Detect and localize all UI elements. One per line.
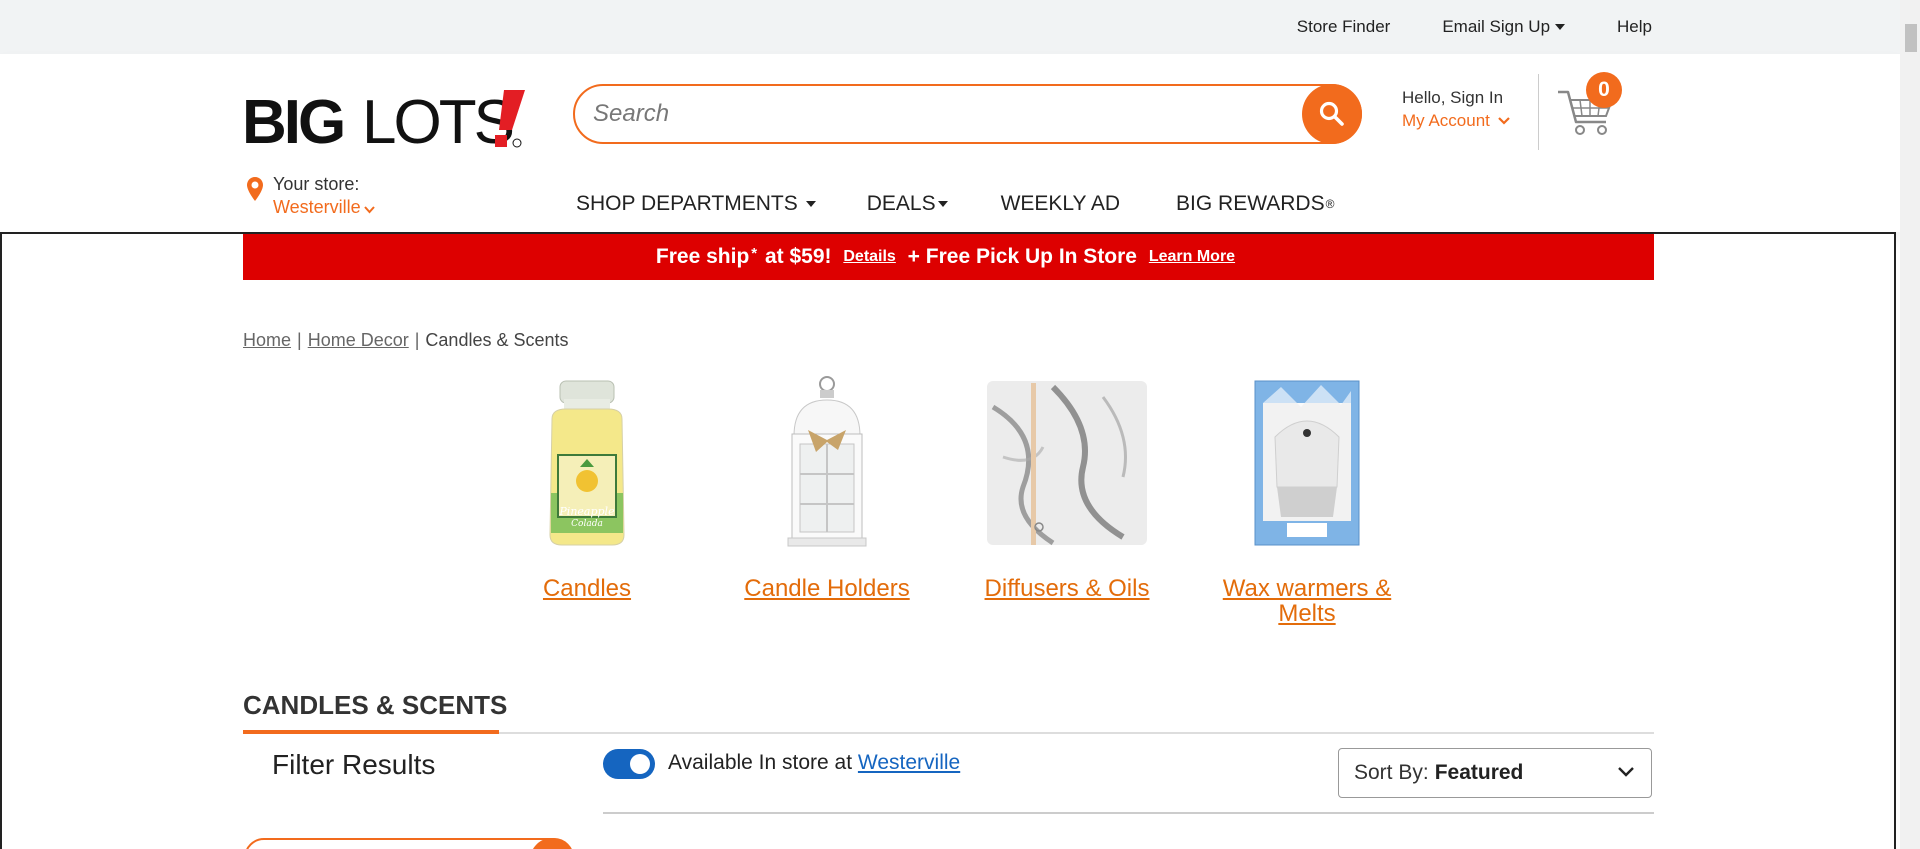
svg-text:Colada: Colada bbox=[571, 519, 603, 529]
help-link[interactable]: Help bbox=[1617, 17, 1652, 37]
breadcrumb-home-decor[interactable]: Home Decor bbox=[308, 330, 409, 350]
sort-by-value: Featured bbox=[1434, 761, 1524, 784]
promo-banner: Free ship * at $59! Details + Free Pick … bbox=[243, 234, 1654, 280]
svg-text:BIG: BIG bbox=[242, 88, 343, 150]
store-label: Your store: bbox=[273, 174, 360, 194]
store-selector[interactable]: Your store: Westerville bbox=[246, 174, 375, 218]
sort-by-select[interactable]: Sort By: Featured bbox=[1338, 748, 1652, 798]
location-pin-icon bbox=[247, 177, 263, 201]
promo-free-ship: Free ship bbox=[655, 245, 750, 268]
promo-asterisk: * bbox=[751, 244, 758, 262]
breadcrumb-current: Candles & Scents bbox=[425, 330, 569, 350]
scrollbar-thumb[interactable] bbox=[1905, 24, 1917, 52]
available-in-store-text: Available In store at Westerville bbox=[668, 751, 960, 775]
site-header: BIG LOTS Hello, Sign In My Account 0 bbox=[0, 54, 1900, 232]
category-tile-wax-warmers-melts[interactable]: Wax warmers & Melts bbox=[1200, 372, 1414, 626]
title-underline bbox=[243, 730, 499, 734]
my-account-label: My Account bbox=[1402, 111, 1490, 130]
lantern-image[interactable] bbox=[720, 372, 934, 554]
nav-deals[interactable]: DEALS bbox=[867, 192, 948, 216]
my-account-link[interactable]: My Account bbox=[1402, 111, 1510, 131]
category-label[interactable]: Wax warmers & Melts bbox=[1200, 576, 1414, 626]
big-lots-logo[interactable]: BIG LOTS bbox=[242, 88, 532, 150]
nav-shop-departments[interactable]: SHOP DEPARTMENTS bbox=[576, 192, 816, 216]
breadcrumb-separator: | bbox=[297, 330, 302, 350]
filter-search-box[interactable] bbox=[244, 838, 574, 849]
toggle-knob bbox=[630, 754, 650, 774]
account-menu[interactable]: Hello, Sign In My Account bbox=[1402, 88, 1510, 131]
section-divider bbox=[499, 732, 1654, 734]
promo-learn-more-link[interactable]: Learn More bbox=[1149, 248, 1235, 266]
nav-big-rewards-label: BIG REWARDS bbox=[1176, 192, 1325, 215]
svg-text:Pineapple: Pineapple bbox=[558, 505, 615, 518]
chevron-down-icon bbox=[1618, 767, 1634, 777]
utility-bar: Store Finder Email Sign Up Help bbox=[0, 0, 1900, 54]
available-store-link[interactable]: Westerville bbox=[858, 751, 960, 774]
category-tile-candle-holders[interactable]: Candle Holders bbox=[720, 372, 934, 601]
promo-pickup: + Free Pick Up In Store bbox=[901, 245, 1143, 268]
wax-warmer-box-image[interactable] bbox=[1200, 372, 1414, 554]
caret-down-icon bbox=[1555, 24, 1566, 30]
caret-down-icon bbox=[805, 201, 816, 207]
category-tile-candles[interactable]: Pineapple Colada Candles bbox=[480, 372, 694, 601]
in-store-toggle[interactable] bbox=[603, 749, 655, 779]
category-label[interactable]: Diffusers & Oils bbox=[960, 576, 1174, 601]
caret-down-icon bbox=[937, 201, 948, 207]
svg-text:LOTS: LOTS bbox=[362, 88, 513, 150]
category-label[interactable]: Candle Holders bbox=[720, 576, 934, 601]
chevron-down-icon bbox=[1498, 117, 1510, 125]
store-finder-link[interactable]: Store Finder bbox=[1297, 17, 1391, 37]
breadcrumb-home[interactable]: Home bbox=[243, 330, 291, 350]
nav-shop-departments-label: SHOP DEPARTMENTS bbox=[576, 192, 798, 215]
search-icon bbox=[1319, 101, 1344, 126]
nav-weekly-ad[interactable]: WEEKLY AD bbox=[1001, 192, 1120, 216]
utility-links: Store Finder Email Sign Up Help bbox=[1297, 0, 1652, 54]
breadcrumb-separator: | bbox=[414, 330, 420, 350]
results-divider bbox=[603, 812, 1654, 814]
available-label: Available In store at bbox=[668, 751, 858, 774]
chevron-down-icon bbox=[363, 205, 375, 213]
cart-count-badge[interactable]: 0 bbox=[1586, 72, 1622, 108]
promo-threshold: at $59! bbox=[759, 245, 838, 268]
category-label[interactable]: Candles bbox=[480, 576, 694, 601]
registered-mark: ® bbox=[1325, 197, 1335, 211]
promo-details-link[interactable]: Details bbox=[843, 248, 895, 266]
filter-results-heading: Filter Results bbox=[272, 749, 436, 780]
email-sign-up-label: Email Sign Up bbox=[1442, 17, 1551, 36]
header-divider bbox=[1538, 74, 1539, 150]
store-name-link[interactable]: Westerville bbox=[273, 197, 375, 218]
search-box bbox=[573, 84, 1362, 144]
candle-jar-image[interactable]: Pineapple Colada bbox=[480, 372, 694, 554]
marble-diffuser-image[interactable] bbox=[960, 372, 1174, 554]
breadcrumb: Home | Home Decor | Candles & Scents bbox=[243, 330, 569, 351]
search-input[interactable] bbox=[593, 96, 1293, 132]
page-scrollbar[interactable] bbox=[1900, 0, 1920, 849]
nav-deals-label: DEALS bbox=[866, 192, 936, 215]
search-button[interactable] bbox=[1302, 84, 1362, 144]
category-tile-diffusers-oils[interactable]: Diffusers & Oils bbox=[960, 372, 1174, 601]
store-name: Westerville bbox=[273, 197, 361, 217]
sort-by-label: Sort By: bbox=[1354, 761, 1429, 784]
nav-big-rewards[interactable]: BIG REWARDS ® bbox=[1176, 192, 1334, 216]
email-sign-up-link[interactable]: Email Sign Up bbox=[1442, 17, 1566, 37]
main-nav: SHOP DEPARTMENTS DEALS WEEKLY AD BIG REW… bbox=[576, 192, 1334, 216]
page-title: CANDLES & SCENTS bbox=[243, 690, 508, 720]
account-greeting: Hello, Sign In bbox=[1402, 88, 1504, 107]
